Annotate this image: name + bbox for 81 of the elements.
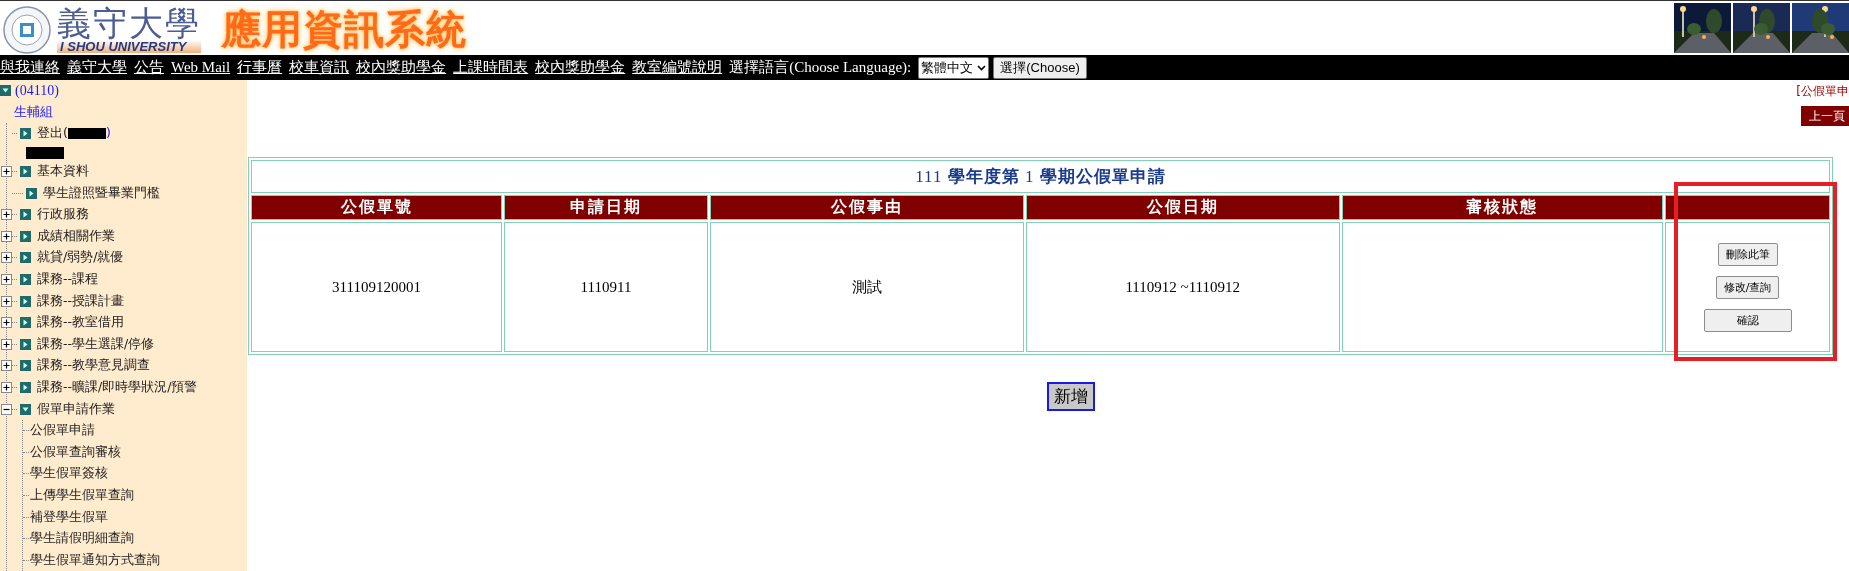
menu-item[interactable]: 行政服務	[37, 206, 89, 224]
folder-marker-icon	[20, 274, 31, 286]
table-cell: 1110912 ~1110912	[1025, 222, 1340, 352]
menu-item[interactable]: 公假單查詢審核	[30, 443, 121, 461]
folder-marker-icon	[20, 382, 31, 393]
menu-item[interactable]: 課務--授課計畫	[37, 292, 125, 310]
folder-marker-icon	[20, 209, 31, 221]
folder-marker-icon	[20, 128, 31, 140]
caret-icon	[977, 64, 987, 71]
nav-link[interactable]: 與我連絡	[0, 58, 60, 77]
folder-marker-icon	[20, 403, 31, 415]
folder-marker-icon	[20, 317, 31, 329]
menu-item[interactable]: 學生假單通知方式查詢	[30, 551, 160, 569]
back-button[interactable]: 上一頁	[1801, 106, 1849, 126]
menu-item[interactable]: 上傳學生假單查詢	[30, 487, 134, 504]
menu-item[interactable]: 基本資料	[37, 163, 89, 181]
expand-icon[interactable]	[1, 382, 12, 393]
choose-button[interactable]: 選擇(Choose)	[993, 56, 1087, 79]
add-button[interactable]: 新增	[1046, 382, 1095, 411]
menu-item[interactable]: 學生假單簽核	[30, 465, 108, 483]
nav-link[interactable]: 上課時間表	[453, 58, 529, 77]
folder-marker-icon	[20, 230, 31, 242]
system-title: 應用資訊系統	[221, 5, 467, 54]
table-cell: 1110911	[504, 222, 708, 352]
column-header: 公假日期	[1025, 195, 1340, 220]
nav-link[interactable]: Web Mail	[171, 59, 231, 76]
expand-icon[interactable]	[1, 230, 12, 242]
table-title: 111 學年度第 1 學期公假單申請	[251, 160, 1830, 193]
logout-link[interactable]: 登出( )	[37, 125, 111, 143]
menu-item[interactable]: 課務--學生選課/停修	[37, 335, 155, 353]
action-button[interactable]: 修改/查詢	[1715, 275, 1780, 299]
table-cell: 測試	[710, 222, 1024, 352]
breadcrumb: [公假單申	[1796, 83, 1849, 100]
nav-link[interactable]: 義守大學	[67, 58, 127, 77]
menu-item[interactable]: 課務--教學意見調查	[37, 357, 151, 375]
menu-item[interactable]: 公假單申請	[30, 422, 95, 440]
expand-icon[interactable]	[1, 166, 12, 178]
school-english-name: I SHOU UNIVERSITY	[57, 40, 201, 53]
column-header: 公假單號	[251, 195, 503, 220]
expand-icon[interactable]	[1, 252, 12, 264]
nav-link[interactable]: 校車資訊	[289, 58, 350, 77]
nav-link[interactable]: 行事曆	[237, 58, 283, 77]
expand-icon[interactable]	[1, 209, 12, 221]
expand-icon[interactable]	[1, 274, 12, 286]
nav-link[interactable]: 校內獎助學金	[356, 58, 447, 77]
menu-item[interactable]: 學生請假明細查詢	[30, 530, 134, 548]
expand-icon[interactable]	[1, 317, 12, 329]
menu-item[interactable]: 課務--曠課/即時學狀況/預警	[37, 379, 198, 396]
menu-item[interactable]: 就貸/弱勢/就優	[37, 249, 124, 267]
table-cell: 311109120001	[251, 222, 503, 352]
folder-marker-icon	[20, 360, 31, 372]
collapse-icon[interactable]	[1, 403, 12, 415]
column-header: 公假事由	[710, 195, 1024, 220]
redaction-bar	[26, 146, 64, 159]
unit-name: 生輔組	[14, 103, 53, 122]
action-button[interactable]: 刪除此筆	[1717, 242, 1778, 266]
expand-icon[interactable]	[1, 338, 12, 350]
column-header: 申請日期	[504, 195, 708, 220]
school-name: 義守大學	[57, 6, 201, 40]
expand-icon[interactable]	[1, 295, 12, 307]
nav-link[interactable]: 校內獎助學金	[535, 58, 626, 77]
language-label: 選擇語言(Choose Language):	[729, 58, 912, 77]
column-header: 審核狀態	[1341, 195, 1664, 220]
folder-marker-icon	[20, 295, 31, 307]
menu-item[interactable]: 假單申請作業	[37, 400, 115, 418]
menu-item[interactable]: 課務--教室借用	[37, 314, 125, 332]
folder-marker-icon	[26, 187, 37, 199]
action-button[interactable]: 確認	[1703, 308, 1792, 332]
folder-marker-icon	[20, 338, 31, 350]
language-select[interactable]: 繁體中文	[918, 56, 990, 79]
folder-marker-icon	[20, 252, 31, 264]
menu-item[interactable]: 學生證照暨畢業門檻	[43, 184, 160, 202]
menu-item[interactable]: 成績相關作業	[37, 227, 115, 245]
nav-link[interactable]: 教室編號說明	[632, 58, 723, 77]
account-code: (04110)	[15, 82, 59, 99]
redaction-bar	[67, 128, 106, 140]
menu-item[interactable]: 補登學生假單	[30, 508, 108, 526]
nav-link[interactable]: 公告	[134, 58, 164, 77]
expand-icon[interactable]	[1, 360, 12, 372]
folder-marker-icon	[20, 166, 31, 178]
menu-item[interactable]: 課務--課程	[37, 271, 99, 289]
